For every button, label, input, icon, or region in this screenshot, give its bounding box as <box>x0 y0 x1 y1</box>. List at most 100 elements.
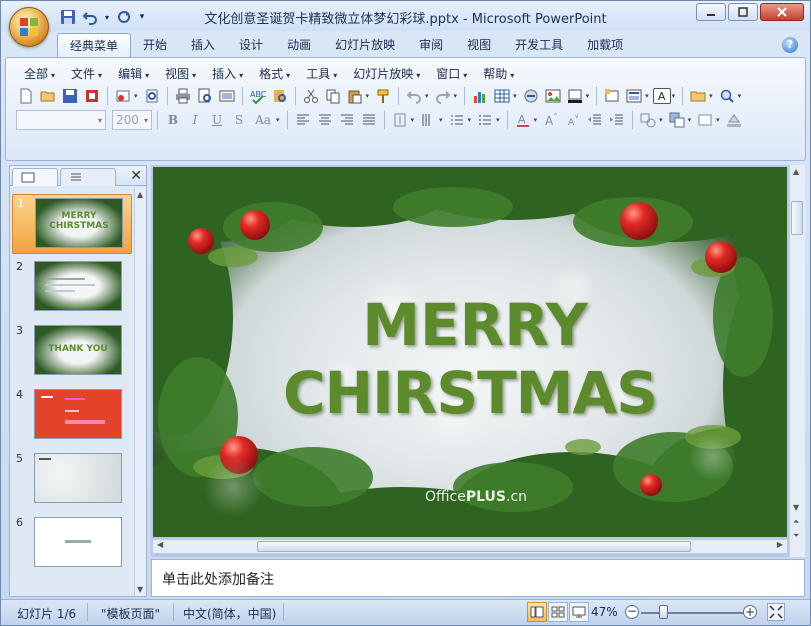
print-icon[interactable] <box>173 86 193 106</box>
chevron-down-icon[interactable]: ▾ <box>688 116 692 124</box>
close-button[interactable] <box>760 3 804 21</box>
scroll-up-icon[interactable]: ▲ <box>793 167 799 176</box>
shrink-font-icon[interactable]: Av <box>563 110 583 130</box>
slide-view-icon[interactable] <box>217 86 237 106</box>
notes-pane[interactable]: 单击此处添加备注 <box>151 559 805 597</box>
zoom-out-icon[interactable]: − <box>625 605 639 619</box>
tab-classic-menu[interactable]: 经典菜单 <box>57 33 132 57</box>
slide-canvas[interactable]: MERRY CHIRSTMAS OfficePLUS.cn <box>153 167 787 537</box>
menu-insert[interactable]: 插入 ▾ <box>204 64 251 83</box>
italic-icon[interactable]: I <box>185 110 205 130</box>
cut-icon[interactable] <box>301 86 321 106</box>
scroll-down-icon[interactable]: ▼ <box>137 585 143 594</box>
color-fill-icon[interactable] <box>565 86 585 106</box>
arrange-icon[interactable] <box>667 110 687 130</box>
text-box-icon[interactable]: A <box>652 88 671 104</box>
zoom-slider[interactable] <box>641 612 749 614</box>
tab-review[interactable]: 审阅 <box>407 33 455 57</box>
chevron-down-icon[interactable]: ▾ <box>534 116 538 124</box>
vertical-scroll-thumb[interactable] <box>791 201 803 235</box>
scroll-left-icon[interactable]: ◀ <box>157 540 163 549</box>
permission-icon[interactable] <box>82 86 102 106</box>
tab-home[interactable]: 开始 <box>131 33 179 57</box>
align-left-icon[interactable] <box>293 110 313 130</box>
chevron-down-icon[interactable]: ▾ <box>366 92 370 100</box>
thumbnail-slide-4[interactable]: 4 <box>12 386 132 446</box>
spelling-icon[interactable]: ABC <box>248 86 268 106</box>
format-painter-icon[interactable] <box>373 86 393 106</box>
bullets-icon[interactable] <box>475 110 495 130</box>
save-icon[interactable] <box>60 86 80 106</box>
hyperlink-icon[interactable] <box>521 86 541 106</box>
menu-file[interactable]: 文件 ▾ <box>63 64 110 83</box>
insert-picture-icon[interactable] <box>543 86 563 106</box>
shapes-icon[interactable] <box>638 110 658 130</box>
justify-icon[interactable] <box>359 110 379 130</box>
fit-to-window-icon[interactable] <box>767 603 785 621</box>
insert-chart-icon[interactable] <box>470 86 490 106</box>
chevron-down-icon[interactable]: ▾ <box>425 92 429 100</box>
office-button[interactable] <box>9 7 49 47</box>
align-center-icon[interactable] <box>315 110 335 130</box>
language-indicator[interactable]: 中文(简体，中国) <box>183 605 276 622</box>
numbering-icon[interactable] <box>447 110 467 130</box>
zoom-level[interactable]: 47% <box>591 605 618 619</box>
thumbnail-slide-6[interactable]: 6 <box>12 514 132 574</box>
copy-icon[interactable] <box>323 86 343 106</box>
menu-all[interactable]: 全部 ▾ <box>16 64 63 83</box>
text-direction-icon[interactable] <box>390 110 410 130</box>
find-icon[interactable] <box>717 86 737 106</box>
paste-icon[interactable] <box>345 86 365 106</box>
underline-icon[interactable]: U <box>207 110 227 130</box>
print-preview-icon[interactable] <box>195 86 215 106</box>
horizontal-scrollbar[interactable]: ◀ ▶ <box>153 539 787 553</box>
slide-title[interactable]: MERRY CHIRSTMAS <box>153 291 787 427</box>
vertical-scrollbar[interactable]: ▲ ▼ ⏶ ⏷ <box>789 165 805 557</box>
panel-scrollbar[interactable]: ▲ ▼ <box>134 188 146 596</box>
restore-button[interactable] <box>728 3 758 21</box>
new-icon[interactable] <box>16 86 36 106</box>
font-name-combo[interactable]: ▾ <box>16 110 106 130</box>
next-slide-icon[interactable]: ⏷ <box>793 531 799 541</box>
folder-icon[interactable] <box>688 86 708 106</box>
chevron-down-icon[interactable]: ▾ <box>709 92 713 100</box>
grow-font-icon[interactable]: A ^ <box>541 110 561 130</box>
tab-outline[interactable] <box>60 168 116 186</box>
chevron-down-icon[interactable]: ▾ <box>439 116 443 124</box>
menu-edit[interactable]: 编辑 ▾ <box>110 64 157 83</box>
chevron-down-icon[interactable]: ▾ <box>276 116 280 124</box>
tab-slideshow[interactable]: 幻灯片放映 <box>323 33 407 57</box>
tab-insert[interactable]: 插入 <box>179 33 227 57</box>
tab-developer[interactable]: 开发工具 <box>503 33 575 57</box>
chevron-down-icon[interactable]: ▾ <box>454 92 458 100</box>
increase-indent-icon[interactable] <box>607 110 627 130</box>
menu-help[interactable]: 帮助 ▾ <box>475 64 522 83</box>
font-color-icon[interactable]: A <box>513 110 533 130</box>
redo-icon[interactable] <box>433 86 453 106</box>
help-icon[interactable]: ? <box>782 37 798 53</box>
undo-icon[interactable] <box>404 86 424 106</box>
tab-view[interactable]: 视图 <box>455 33 503 57</box>
zoom-slider-thumb[interactable] <box>659 605 668 619</box>
chevron-down-icon[interactable]: ▾ <box>659 116 663 124</box>
menu-tools[interactable]: 工具 ▾ <box>298 64 345 83</box>
line-spacing-icon[interactable] <box>418 110 438 130</box>
scroll-right-icon[interactable]: ▶ <box>777 540 783 549</box>
open-icon[interactable] <box>38 86 58 106</box>
change-case-icon[interactable]: Aa <box>251 110 275 130</box>
chevron-down-icon[interactable]: ▾ <box>468 116 472 124</box>
chevron-down-icon[interactable]: ▾ <box>513 92 517 100</box>
slide-layout-icon[interactable] <box>624 86 644 106</box>
horizontal-scroll-thumb[interactable] <box>257 541 691 552</box>
menu-view[interactable]: 视图 ▾ <box>157 64 204 83</box>
quick-styles-icon[interactable] <box>695 110 715 130</box>
scroll-up-icon[interactable]: ▲ <box>137 190 143 199</box>
new-slide-icon[interactable] <box>602 86 622 106</box>
thumbnail-slide-5[interactable]: 5 <box>12 450 132 510</box>
slide-sorter-icon[interactable] <box>548 602 568 622</box>
normal-view-icon[interactable] <box>527 602 547 622</box>
thumbnail-slide-1[interactable]: 1 MERRY CHIRSTMAS <box>12 194 132 254</box>
scroll-down-icon[interactable]: ▼ <box>793 503 799 512</box>
tab-slides[interactable] <box>12 168 58 186</box>
chevron-down-icon[interactable]: ▾ <box>716 116 720 124</box>
